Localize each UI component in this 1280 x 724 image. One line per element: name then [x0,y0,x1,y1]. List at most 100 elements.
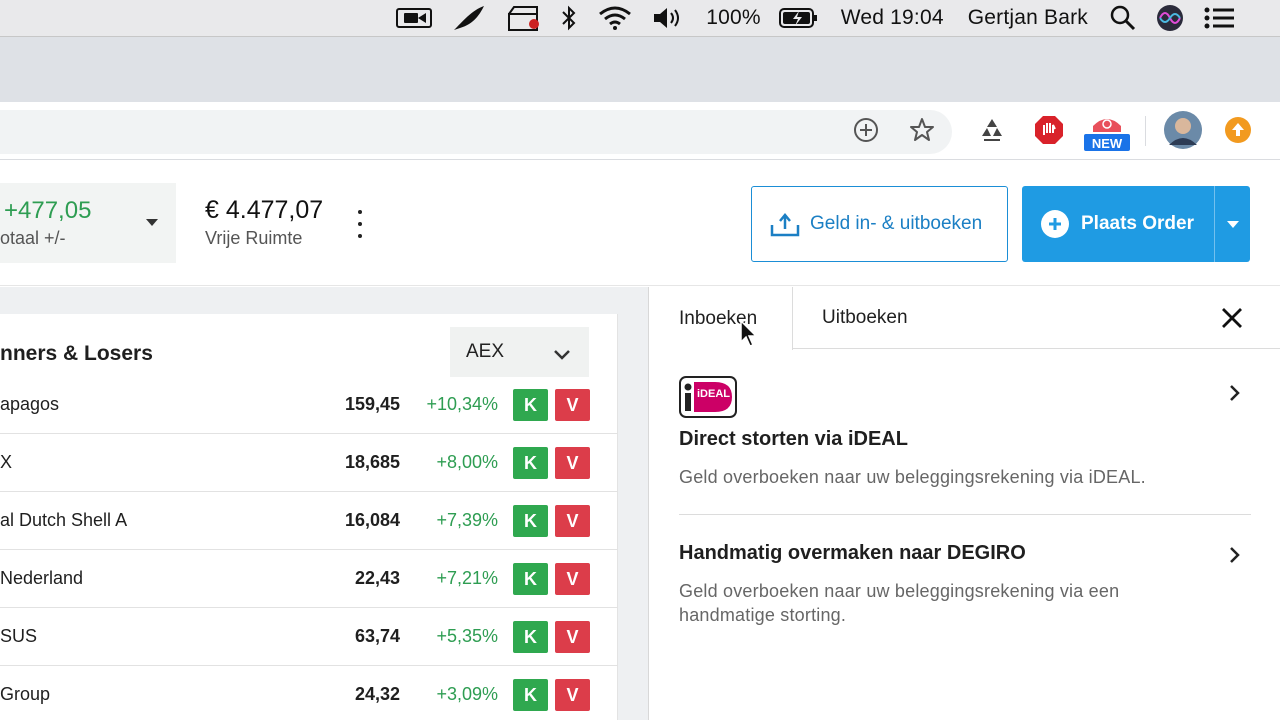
place-order-label: Plaats Order [1081,213,1194,234]
stock-price: 16,084 [344,510,400,530]
address-bar[interactable] [0,110,952,154]
card-title: nners & Losers [0,342,153,365]
stock-price: 18,685 [344,452,400,472]
order-dropdown-toggle[interactable] [1214,186,1250,262]
buy-button[interactable]: K [513,505,548,537]
sell-button[interactable]: V [555,563,590,595]
free-space-value: € 4.477,07 [205,196,324,224]
buy-button[interactable]: K [513,563,548,595]
chevron-down-icon [553,345,571,367]
stock-name: al Dutch Shell A [0,510,128,530]
deposit-withdraw-label: Geld in- & uitboeken [810,213,983,234]
update-arrow-icon[interactable] [1222,114,1254,146]
bookmark-star-icon[interactable] [904,112,940,148]
toolbar-divider [1145,116,1146,146]
ideal-option-title: Direct storten via iDEAL [679,428,908,450]
tab-uitboeken[interactable]: Uitboeken [822,287,908,349]
tab-inboeken[interactable]: Inboeken [649,287,793,350]
stock-change: +3,09% [436,684,498,704]
chevron-right-icon [1229,384,1241,407]
siri-icon[interactable] [1156,4,1184,32]
more-options-icon[interactable] [352,210,368,238]
ideal-logo: iDEAL [679,376,737,418]
tab-uitboeken-label: Uitboeken [822,307,908,328]
ideal-logo-text: iDEAL [697,388,730,400]
index-select-value: AEX [466,341,505,362]
battery-percentage: 100% [706,6,761,29]
stock-price: 63,74 [354,626,400,646]
free-space-label: Vrije Ruimte [205,228,303,248]
stock-change: +7,21% [436,568,498,588]
sell-button[interactable]: V [555,505,590,537]
total-pl-label: otaal +/- [0,228,66,248]
stock-change: +10,34% [426,394,498,414]
total-pl-widget[interactable]: +477,05 otaal +/- [0,183,176,263]
add-icon[interactable] [848,112,884,148]
wifi-icon[interactable] [598,4,632,32]
macos-menu-bar: 100% Wed 19:04 Gertjan Bark [0,0,1280,36]
new-badge-label: NEW [1091,136,1123,151]
stock-name: X [0,452,13,472]
profile-avatar[interactable] [1164,111,1202,149]
sell-button[interactable]: V [555,679,590,711]
stock-change: +7,39% [436,510,498,530]
battery-icon[interactable] [778,7,819,29]
stock-price: 24,32 [354,684,400,704]
table-row[interactable]: SUS 63,74 +5,35% K V [0,608,618,666]
mouse-cursor-icon [740,319,760,353]
buy-button[interactable]: K [513,679,548,711]
clapperboard-icon[interactable] [506,4,540,32]
table-row[interactable]: apagos 159,45 +10,34% K V [0,376,618,434]
upload-tray-icon [770,211,800,237]
stock-change: +5,35% [436,626,498,646]
chevron-down-icon[interactable] [146,219,158,226]
stock-name: SUS [0,626,38,646]
portfolio-header: +477,05 otaal +/- € 4.477,07 Vrije Ruimt… [0,160,1280,286]
table-row[interactable]: Nederland 22,43 +7,21% K V [0,550,618,608]
place-order-main[interactable]: Plaats Order [1022,186,1214,262]
ideal-option-description: Geld overboeken naar uw beleggingsrekeni… [679,467,1146,487]
total-pl-value: +477,05 [4,197,92,224]
ideal-option[interactable]: iDEAL Direct storten via iDEAL Geld over… [679,376,1251,489]
table-row[interactable]: Group 24,32 +3,09% K V [0,666,618,724]
deposit-withdraw-button[interactable]: Geld in- & uitboeken [751,186,1008,262]
sell-button[interactable]: V [555,447,590,479]
plus-circle-icon [1041,210,1069,238]
bluetooth-icon[interactable] [560,4,578,32]
sell-button[interactable]: V [555,389,590,421]
stock-name: Group [0,684,51,704]
volume-icon[interactable] [652,4,684,32]
menubar-clock[interactable]: Wed 19:04 [841,6,944,30]
table-row[interactable]: al Dutch Shell A 16,084 +7,39% K V [0,492,618,550]
feather-icon[interactable] [452,4,486,32]
stock-name: apagos [0,394,60,414]
browser-toolbar: NEW [0,102,1280,160]
manual-transfer-option[interactable]: Handmatig overmaken naar DEGIRO Geld ove… [679,542,1251,627]
option-divider [679,514,1251,515]
buy-button[interactable]: K [513,389,548,421]
chevron-right-icon [1229,546,1241,569]
adblock-extension-icon[interactable] [1031,112,1067,148]
buy-button[interactable]: K [513,447,548,479]
notification-center-icon[interactable] [1204,4,1234,32]
manual-transfer-description: Geld overboeken naar uw beleggingsrekeni… [679,581,1120,625]
winners-losers-card: nners & Losers AEX apagos 159,45 +10,34%… [0,314,618,720]
sell-button[interactable]: V [555,621,590,653]
browser-tab-strip [0,36,1280,102]
stock-name: Nederland [0,568,84,588]
index-select[interactable]: AEX [450,327,589,377]
buy-button[interactable]: K [513,621,548,653]
place-order-button[interactable]: Plaats Order [1022,186,1250,262]
screen-record-icon[interactable] [396,4,433,32]
close-icon[interactable] [1219,305,1245,331]
manual-transfer-title: Handmatig overmaken naar DEGIRO [679,542,1026,564]
table-row[interactable]: X 18,685 +8,00% K V [0,434,618,492]
search-icon[interactable] [1110,4,1136,32]
stock-price: 159,45 [344,394,400,414]
chevron-down-icon [1226,220,1239,228]
new-extension-icon[interactable]: NEW [1084,108,1130,152]
stock-change: +8,00% [436,452,498,472]
stock-price: 22,43 [354,568,400,588]
menubar-user[interactable]: Gertjan Bark [968,6,1088,30]
recycle-extension-icon[interactable] [974,112,1010,148]
